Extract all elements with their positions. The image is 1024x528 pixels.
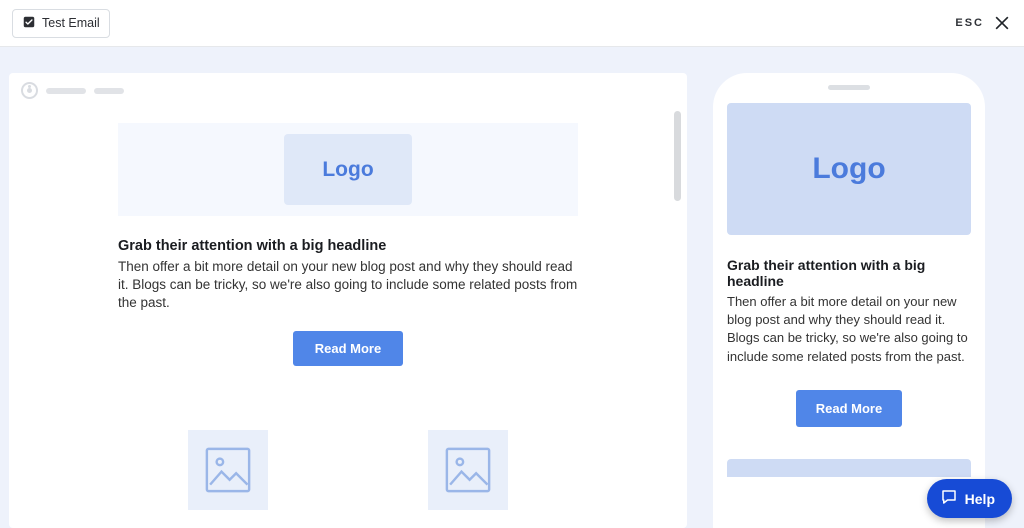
close-icon[interactable] (992, 13, 1012, 33)
email-body: Logo Grab their attention with a big hea… (118, 123, 578, 528)
desktop-preview: Logo Grab their attention with a big hea… (9, 73, 687, 528)
logo-text: Logo (812, 152, 885, 186)
avatar-icon (21, 82, 38, 99)
chat-icon (940, 488, 958, 509)
logo-banner: Logo (118, 123, 578, 216)
image-placeholder-icon (428, 430, 508, 510)
mobile-preview: Logo Grab their attention with a big hea… (713, 73, 985, 528)
read-more-button[interactable]: Read More (796, 390, 902, 427)
esc-label: ESC (955, 17, 984, 29)
related-post: Include a related blog post (358, 430, 578, 528)
inbox-header-placeholder (9, 73, 687, 105)
related-posts-row: Include a related blog post Include a re… (118, 430, 578, 528)
email-body-text: Then offer a bit more detail on your new… (118, 258, 578, 313)
test-email-icon (22, 15, 36, 32)
help-label: Help (965, 491, 995, 507)
email-headline: Grab their attention with a big headline (118, 238, 578, 254)
test-email-button[interactable]: Test Email (12, 9, 110, 38)
preview-stage: Logo Grab their attention with a big hea… (0, 47, 1024, 528)
desktop-scroll-area[interactable]: Logo Grab their attention with a big hea… (9, 107, 687, 528)
top-bar: Test Email ESC (0, 0, 1024, 47)
read-more-button[interactable]: Read More (293, 331, 403, 366)
email-headline: Grab their attention with a big headline (727, 257, 971, 289)
image-placeholder-icon (727, 459, 971, 477)
close-group: ESC (955, 13, 1012, 33)
email-body-text: Then offer a bit more detail on your new… (727, 293, 971, 366)
test-email-label: Test Email (42, 16, 100, 30)
help-button[interactable]: Help (927, 479, 1012, 518)
phone-speaker-icon (828, 85, 870, 90)
logo-placeholder: Logo (727, 103, 971, 235)
placeholder-line (46, 88, 86, 94)
image-placeholder-icon (188, 430, 268, 510)
mobile-scroll-area[interactable]: Logo Grab their attention with a big hea… (727, 103, 971, 528)
related-post: Include a related blog post (118, 430, 338, 528)
placeholder-line (94, 88, 124, 94)
logo-text: Logo (322, 158, 373, 182)
logo-placeholder: Logo (284, 134, 412, 205)
